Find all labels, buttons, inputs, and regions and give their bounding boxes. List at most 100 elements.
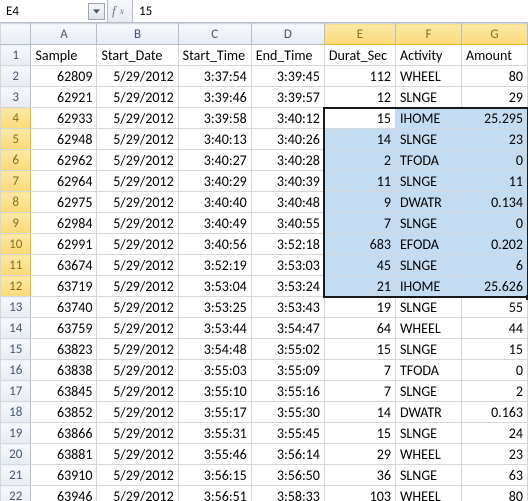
cell[interactable]: Durat_Sec	[324, 45, 395, 66]
cell[interactable]: 3:40:39	[251, 171, 324, 192]
cell[interactable]: 5/29/2012	[97, 465, 178, 486]
cell[interactable]: 3:53:04	[178, 276, 251, 297]
cell[interactable]: 5/29/2012	[97, 192, 178, 213]
row-header[interactable]: 21	[1, 465, 31, 486]
cell[interactable]: 24	[461, 423, 527, 444]
cell[interactable]: 15	[461, 339, 527, 360]
cell[interactable]: 5/29/2012	[97, 150, 178, 171]
row-header[interactable]: 8	[1, 192, 31, 213]
cell[interactable]: 0	[461, 150, 527, 171]
name-box[interactable]: E4	[0, 0, 108, 22]
cell[interactable]: 3:40:55	[251, 213, 324, 234]
cell[interactable]: 44	[461, 318, 527, 339]
cell[interactable]: 5/29/2012	[97, 402, 178, 423]
cell[interactable]: SLNGE	[395, 255, 461, 276]
cell[interactable]: SLNGE	[395, 297, 461, 318]
cell[interactable]: 15	[324, 423, 395, 444]
cell[interactable]: 3:40:27	[178, 150, 251, 171]
grid[interactable]: A B C D E F G 1SampleStart_DateStart_Tim…	[0, 23, 528, 501]
cell[interactable]: 11	[461, 171, 527, 192]
row-header[interactable]: 11	[1, 255, 31, 276]
row-header[interactable]: 14	[1, 318, 31, 339]
cell[interactable]: 62948	[31, 129, 97, 150]
row-header[interactable]: 3	[1, 87, 31, 108]
cell[interactable]: 2	[461, 381, 527, 402]
cell[interactable]: 6	[461, 255, 527, 276]
cell[interactable]: 15	[324, 339, 395, 360]
cell[interactable]: 7	[324, 381, 395, 402]
cell[interactable]: 3:39:58	[178, 108, 251, 129]
cell[interactable]: Sample	[31, 45, 97, 66]
cell[interactable]: SLNGE	[395, 339, 461, 360]
col-header-A[interactable]: A	[31, 24, 97, 45]
row-header[interactable]: 7	[1, 171, 31, 192]
cell[interactable]: TFODA	[395, 150, 461, 171]
cell[interactable]: 3:40:56	[178, 234, 251, 255]
cell[interactable]: 3:40:48	[251, 192, 324, 213]
cell[interactable]: End_Time	[251, 45, 324, 66]
cell[interactable]: 0.134	[461, 192, 527, 213]
cell[interactable]: 19	[324, 297, 395, 318]
cell[interactable]: 3:53:44	[178, 318, 251, 339]
cell[interactable]: 0	[461, 360, 527, 381]
cell[interactable]: 0	[461, 213, 527, 234]
cell[interactable]: 3:40:12	[251, 108, 324, 129]
cell[interactable]: 63838	[31, 360, 97, 381]
row-header[interactable]: 19	[1, 423, 31, 444]
cell[interactable]: 3:55:02	[251, 339, 324, 360]
row-header[interactable]: 5	[1, 129, 31, 150]
cell[interactable]: 3:39:57	[251, 87, 324, 108]
cell[interactable]: SLNGE	[395, 465, 461, 486]
cell[interactable]: 25.626	[461, 276, 527, 297]
cell[interactable]: 63823	[31, 339, 97, 360]
cell[interactable]: 9	[324, 192, 395, 213]
col-header-B[interactable]: B	[97, 24, 178, 45]
cell[interactable]: 3:40:49	[178, 213, 251, 234]
spreadsheet-table[interactable]: A B C D E F G 1SampleStart_DateStart_Tim…	[0, 23, 528, 501]
cell[interactable]: SLNGE	[395, 87, 461, 108]
row-header[interactable]: 4	[1, 108, 31, 129]
cell[interactable]: 3:40:29	[178, 171, 251, 192]
cell[interactable]: 29	[324, 444, 395, 465]
cell[interactable]: SLNGE	[395, 129, 461, 150]
col-header-D[interactable]: D	[251, 24, 324, 45]
cell[interactable]: 3:55:16	[251, 381, 324, 402]
row-header[interactable]: 9	[1, 213, 31, 234]
select-all-corner[interactable]	[1, 24, 31, 45]
cell[interactable]: DWATR	[395, 192, 461, 213]
cell[interactable]: EFODA	[395, 234, 461, 255]
cell[interactable]: 63	[461, 465, 527, 486]
cell[interactable]: 62975	[31, 192, 97, 213]
cell[interactable]: 0.202	[461, 234, 527, 255]
cell[interactable]: 5/29/2012	[97, 234, 178, 255]
cell[interactable]: 45	[324, 255, 395, 276]
cell[interactable]: 23	[461, 129, 527, 150]
cell[interactable]: 3:40:26	[251, 129, 324, 150]
cell[interactable]: 62921	[31, 87, 97, 108]
cell[interactable]: 7	[324, 213, 395, 234]
cell[interactable]: 3:53:43	[251, 297, 324, 318]
cell[interactable]: 3:55:09	[251, 360, 324, 381]
cell[interactable]: 3:56:50	[251, 465, 324, 486]
cell[interactable]: 63719	[31, 276, 97, 297]
cell[interactable]: TFODA	[395, 360, 461, 381]
name-box-dropdown[interactable]	[88, 3, 105, 20]
fx-icon[interactable]: fx	[112, 3, 128, 19]
cell[interactable]: 5/29/2012	[97, 276, 178, 297]
cell[interactable]: 3:56:15	[178, 465, 251, 486]
cell[interactable]: 25.295	[461, 108, 527, 129]
cell[interactable]: 5/29/2012	[97, 213, 178, 234]
cell[interactable]: 5/29/2012	[97, 129, 178, 150]
cell[interactable]: 3:56:51	[178, 486, 251, 501]
cell[interactable]: Amount	[461, 45, 527, 66]
cell[interactable]: 5/29/2012	[97, 318, 178, 339]
cell[interactable]: WHEEL	[395, 66, 461, 87]
cell[interactable]: 63852	[31, 402, 97, 423]
cell[interactable]: SLNGE	[395, 171, 461, 192]
cell[interactable]: 29	[461, 87, 527, 108]
cell[interactable]: 5/29/2012	[97, 381, 178, 402]
col-header-F[interactable]: F	[395, 24, 461, 45]
cell[interactable]: 12	[324, 87, 395, 108]
row-header[interactable]: 22	[1, 486, 31, 501]
cell[interactable]: 63881	[31, 444, 97, 465]
